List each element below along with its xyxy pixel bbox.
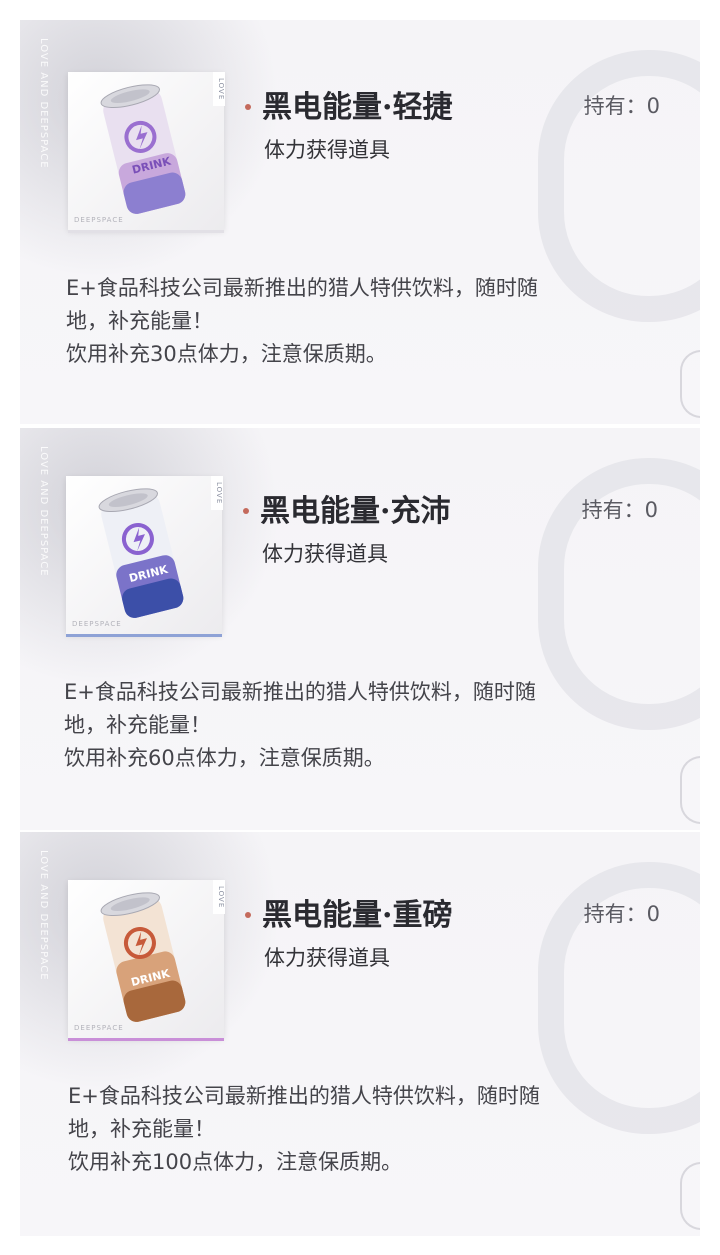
- image-accent-line: [66, 634, 222, 637]
- description-line: E+食品科技公司最新推出的猎人特供饮料，随时随: [64, 680, 536, 704]
- item-category: 体力获得道具: [262, 542, 388, 566]
- side-watermark: LOVE AND DEEPSPACE: [38, 38, 49, 169]
- description-line: 地，补充能量！: [66, 309, 213, 333]
- owned-count: 持有：0: [583, 94, 660, 118]
- description-line: E+食品科技公司最新推出的猎人特供饮料，随时随: [66, 276, 538, 300]
- item-description: E+食品科技公司最新推出的猎人特供饮料，随时随 地，补充能量！ 饮用补充100点…: [68, 1080, 668, 1179]
- item-title: 黑电能量·充沛: [260, 494, 451, 529]
- item-card-2[interactable]: LOVE AND DEEPSPACE DRINK LOVE DEEPSPACE …: [20, 428, 700, 830]
- drink-can-purple-icon: DRINK: [100, 84, 186, 214]
- image-brand: DEEPSPACE: [74, 1024, 124, 1032]
- bullet-dot: [245, 912, 251, 918]
- item-description: E+食品科技公司最新推出的猎人特供饮料，随时随 地，补充能量！ 饮用补充60点体…: [64, 676, 664, 775]
- owned-count: 持有：0: [583, 902, 660, 926]
- bullet-dot: [243, 508, 249, 514]
- description-line: 饮用补充100点体力，注意保质期。: [68, 1150, 403, 1174]
- image-accent-line: [68, 1038, 224, 1041]
- image-brand: DEEPSPACE: [74, 216, 124, 224]
- drink-can-gold-icon: DRINK: [100, 892, 186, 1022]
- side-watermark: LOVE AND DEEPSPACE: [38, 446, 49, 577]
- image-brand: DEEPSPACE: [72, 620, 122, 628]
- corner-decoration: [680, 1162, 700, 1230]
- bullet-dot: [245, 104, 251, 110]
- image-tag: LOVE: [211, 476, 223, 510]
- item-image: DRINK LOVE DEEPSPACE: [68, 72, 225, 233]
- description-line: 地，补充能量！: [68, 1117, 215, 1141]
- image-tag: LOVE: [213, 880, 225, 914]
- description-line: 饮用补充30点体力，注意保质期。: [66, 342, 387, 366]
- corner-decoration: [680, 756, 700, 824]
- description-line: 地，补充能量！: [64, 713, 211, 737]
- item-title: 黑电能量·重磅: [262, 898, 453, 933]
- item-card-1[interactable]: LOVE AND DEEPSPACE DRINK LOVE DEEPSPACE …: [20, 20, 700, 424]
- item-category: 体力获得道具: [264, 138, 390, 162]
- image-tag: LOVE: [213, 72, 225, 106]
- item-title: 黑电能量·轻捷: [262, 90, 453, 125]
- item-image: DRINK LOVE DEEPSPACE: [68, 880, 225, 1041]
- item-card-3[interactable]: LOVE AND DEEPSPACE DRINK LOVE DEEPSPACE …: [20, 832, 700, 1236]
- side-watermark: LOVE AND DEEPSPACE: [38, 850, 49, 981]
- description-line: 饮用补充60点体力，注意保质期。: [64, 746, 385, 770]
- image-accent-line: [68, 230, 224, 233]
- item-category: 体力获得道具: [264, 946, 390, 970]
- item-image: DRINK LOVE DEEPSPACE: [66, 476, 223, 637]
- item-description: E+食品科技公司最新推出的猎人特供饮料，随时随 地，补充能量！ 饮用补充30点体…: [66, 272, 666, 371]
- owned-count: 持有：0: [581, 498, 658, 522]
- corner-decoration: [680, 350, 700, 418]
- description-line: E+食品科技公司最新推出的猎人特供饮料，随时随: [68, 1084, 540, 1108]
- drink-can-blue-icon: DRINK: [98, 488, 184, 618]
